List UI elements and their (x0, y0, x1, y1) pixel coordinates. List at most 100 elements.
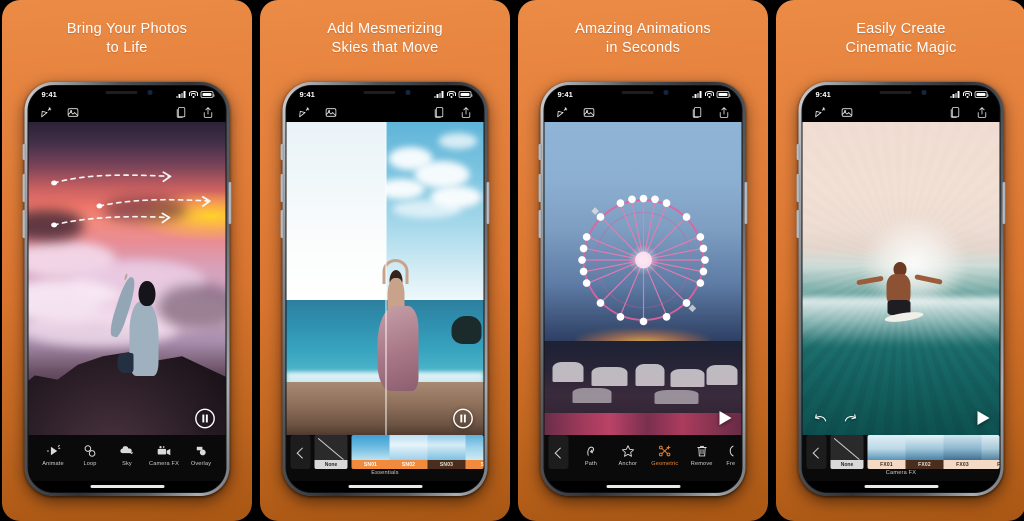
volume-down-button[interactable] (280, 210, 284, 238)
pause-icon[interactable] (453, 408, 474, 429)
home-indicator[interactable] (28, 481, 226, 492)
preset-item-selected[interactable]: SN03 (427, 435, 466, 469)
share-icon[interactable] (976, 106, 989, 119)
canvas-controls (803, 401, 1000, 435)
playback-control[interactable] (977, 411, 990, 425)
preset-label: None (830, 460, 864, 469)
compare-divider-handle[interactable] (385, 122, 387, 435)
power-button[interactable] (1002, 182, 1006, 224)
tool-geometric[interactable]: Geometric (646, 444, 683, 467)
photo-library-icon[interactable] (325, 106, 338, 119)
tool-remove[interactable]: Remove (683, 444, 720, 467)
play-icon[interactable] (977, 411, 990, 425)
editor-tool-bar: Animate Loop Sky Camera FX Overlay (28, 435, 226, 481)
mute-switch[interactable] (538, 144, 542, 160)
headline-line-2: Skies that Move (331, 40, 439, 56)
share-icon[interactable] (718, 106, 731, 119)
tool-path[interactable]: Path (573, 444, 610, 467)
volume-up-button[interactable] (22, 174, 26, 202)
back-button[interactable] (548, 435, 569, 469)
play-icon[interactable] (719, 411, 732, 425)
volume-up-button[interactable] (538, 174, 542, 202)
home-indicator[interactable] (802, 481, 1000, 492)
pause-icon[interactable] (195, 408, 216, 429)
subject-woman (375, 253, 419, 392)
preset-strip[interactable]: FX01 FX02 FX03 (867, 435, 1000, 469)
trash-icon (693, 444, 710, 458)
volume-up-button[interactable] (280, 174, 284, 202)
animation-path-overlay[interactable] (29, 122, 226, 435)
earpiece-speaker (879, 91, 911, 94)
preset-thumbnail (905, 435, 944, 460)
photo-canvas[interactable] (544, 122, 742, 435)
mute-switch[interactable] (280, 144, 284, 160)
mute-switch[interactable] (796, 144, 800, 160)
magic-wand-icon[interactable] (40, 106, 53, 119)
preset-item-selected[interactable]: FX02 (905, 435, 944, 469)
tool-animate[interactable]: Animate (35, 444, 72, 467)
layers-icon[interactable] (949, 106, 962, 119)
preset-strip[interactable]: SN01 SN02 SN03 (351, 435, 484, 469)
panel-headline: Add Mesmerizing Skies that Move (260, 20, 510, 58)
headline-line-1: Easily Create (856, 21, 946, 37)
volume-up-button[interactable] (796, 174, 800, 202)
animation-tool-bar: Path Anchor Geometric Remove Fre (544, 435, 742, 481)
freeze-icon (722, 444, 739, 458)
volume-down-button[interactable] (796, 210, 800, 238)
volume-down-button[interactable] (22, 210, 26, 238)
preset-item[interactable]: FX03 (943, 435, 982, 469)
layers-icon[interactable] (691, 106, 704, 119)
share-icon[interactable] (202, 106, 215, 119)
photo-canvas[interactable] (802, 122, 1000, 435)
back-button[interactable] (806, 435, 827, 469)
preset-item[interactable]: FX01 (867, 435, 906, 469)
tool-camera-fx[interactable]: Camera FX (146, 444, 183, 467)
magic-wand-icon[interactable] (814, 106, 827, 119)
layers-icon[interactable] (433, 106, 446, 119)
wifi-icon (962, 91, 972, 98)
preset-label: FX01 (867, 460, 906, 469)
tool-overlay[interactable]: Overlay (183, 444, 220, 467)
sky-icon (119, 444, 136, 458)
photo-library-icon[interactable] (841, 106, 854, 119)
share-icon[interactable] (460, 106, 473, 119)
back-button[interactable] (290, 435, 311, 469)
magic-wand-icon[interactable] (298, 106, 311, 119)
tool-label: Overlay (190, 460, 212, 467)
preset-none[interactable]: None (314, 435, 348, 469)
undo-icon[interactable] (813, 411, 828, 426)
preset-item[interactable]: SN01 (351, 435, 390, 469)
playback-control[interactable] (195, 408, 216, 429)
power-button[interactable] (744, 182, 748, 224)
photo-library-icon[interactable] (67, 106, 80, 119)
home-indicator[interactable] (286, 481, 484, 492)
photo-library-icon[interactable] (583, 106, 596, 119)
mute-switch[interactable] (22, 144, 26, 160)
preset-item[interactable]: FX (981, 435, 1000, 469)
toolbar-right-group (433, 106, 473, 119)
toolbar-left-group (814, 106, 854, 119)
volume-down-button[interactable] (538, 210, 542, 238)
photo-canvas[interactable] (28, 122, 226, 435)
preset-none[interactable]: None (830, 435, 864, 469)
playback-control[interactable] (719, 411, 732, 425)
tool-freeze[interactable]: Fre (720, 444, 741, 467)
preset-item[interactable]: SN (465, 435, 484, 469)
power-button[interactable] (228, 182, 232, 224)
preset-row: None SN01 SN02 SN03 (287, 435, 484, 469)
phone-screen: 9:41 (285, 85, 485, 493)
tool-loop[interactable]: Loop (72, 444, 109, 467)
tool-anchor[interactable]: Anchor (609, 444, 646, 467)
layers-icon[interactable] (175, 106, 188, 119)
tool-sky[interactable]: Sky (109, 444, 146, 467)
redo-icon[interactable] (844, 411, 859, 426)
home-indicator[interactable] (544, 481, 742, 492)
photo-canvas[interactable] (286, 122, 484, 435)
panel-headline: Easily Create Cinematic Magic (776, 20, 1024, 58)
preset-item[interactable]: SN02 (389, 435, 428, 469)
preset-thumbnail (943, 435, 982, 460)
playback-control[interactable] (453, 408, 474, 429)
power-button[interactable] (486, 182, 490, 224)
magic-wand-icon[interactable] (556, 106, 569, 119)
phone-screen: 9:41 (27, 85, 227, 493)
